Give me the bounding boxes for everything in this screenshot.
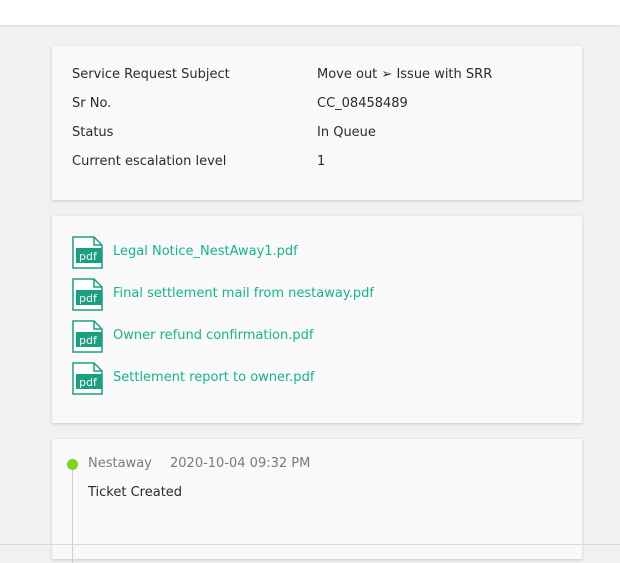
attachment-link[interactable]: Owner refund confirmation.pdf: [113, 328, 313, 343]
detail-label: Service Request Subject: [72, 67, 230, 82]
pdf-icon-label: pdf: [79, 292, 98, 305]
detail-value: In Queue: [317, 125, 376, 140]
attachment-link[interactable]: Legal Notice_NestAway1.pdf: [113, 244, 298, 259]
detail-row-subject: Service Request Subject Move out ➢ Issue…: [72, 66, 562, 84]
attachments-card: pdf Legal Notice_NestAway1.pdf pdf Final…: [52, 216, 582, 423]
timeline-line: [72, 463, 73, 563]
detail-label: Current escalation level: [72, 154, 227, 169]
timeline-card: Nestaway 2020-10-04 09:32 PM Ticket Crea…: [52, 439, 582, 563]
pdf-icon-label: pdf: [79, 376, 98, 389]
detail-value: Move out ➢ Issue with SRR: [317, 67, 493, 82]
pdf-file-icon: pdf: [72, 236, 103, 269]
detail-row-sr-no: Sr No. CC_08458489: [72, 95, 562, 113]
pdf-file-icon: pdf: [72, 278, 103, 311]
pdf-icon-label: pdf: [79, 334, 98, 347]
detail-label: Sr No.: [72, 96, 112, 111]
pdf-icon-label: pdf: [79, 250, 98, 263]
timeline-dot: [67, 459, 78, 470]
detail-label: Status: [72, 125, 114, 140]
detail-value: CC_08458489: [317, 96, 408, 111]
pdf-file-icon: pdf: [72, 362, 103, 395]
event-timestamp: 2020-10-04 09:32 PM: [170, 456, 311, 471]
event-description: Ticket Created: [88, 485, 183, 500]
detail-row-status: Status In Queue: [72, 124, 562, 142]
request-details-card: Service Request Subject Move out ➢ Issue…: [52, 46, 582, 200]
event-author: Nestaway: [88, 456, 152, 471]
pdf-file-icon: pdf: [72, 320, 103, 353]
attachment-link[interactable]: Settlement report to owner.pdf: [113, 370, 314, 385]
detail-value: 1: [317, 154, 326, 169]
detail-row-escalation: Current escalation level 1: [72, 153, 562, 171]
attachment-link[interactable]: Final settlement mail from nestaway.pdf: [113, 286, 374, 301]
top-header-bar: [0, 0, 620, 25]
